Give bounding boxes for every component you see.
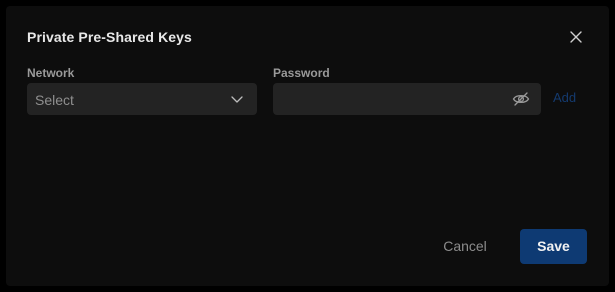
network-select[interactable]: Select bbox=[27, 83, 257, 115]
password-label: Password bbox=[273, 66, 330, 80]
add-link[interactable]: Add bbox=[553, 90, 576, 105]
chevron-down-icon bbox=[231, 96, 243, 103]
password-input[interactable] bbox=[273, 83, 519, 115]
password-field bbox=[273, 83, 541, 115]
toggle-password-visibility-button[interactable] bbox=[512, 91, 530, 107]
cancel-button[interactable]: Cancel bbox=[432, 229, 498, 263]
network-label: Network bbox=[27, 66, 75, 80]
private-psk-dialog: Private Pre-Shared Keys Network Password… bbox=[6, 6, 609, 286]
network-select-value: Select bbox=[35, 92, 74, 108]
close-icon bbox=[570, 31, 582, 43]
eye-off-icon bbox=[512, 92, 530, 106]
save-button[interactable]: Save bbox=[520, 229, 587, 264]
dialog-title: Private Pre-Shared Keys bbox=[27, 29, 192, 45]
close-button[interactable] bbox=[568, 29, 584, 45]
